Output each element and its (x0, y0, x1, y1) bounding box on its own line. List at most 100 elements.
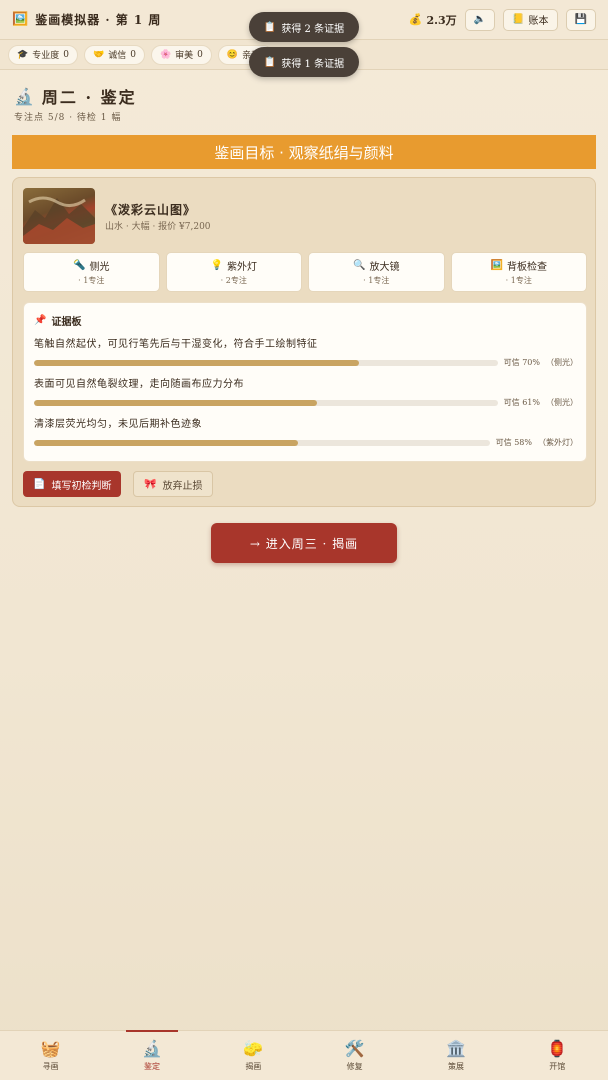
evidence-text: 笔触自然起伏，可见行笔先后与干湿变化，符合手工绘制特征 (34, 339, 318, 350)
notebook-icon: 📒 (512, 14, 525, 25)
evidence-source: （侧光） (546, 358, 578, 367)
stat-expertise: 🎓 专业度 0 (8, 44, 78, 65)
ledger-button[interactable]: 📒 账本 (503, 8, 558, 31)
nav-open[interactable]: 🏮 开馆 (507, 1031, 608, 1080)
day-subtitle: 专注点 5/8 · 待检 1 幅 (14, 113, 122, 123)
nav-label: 开馆 (549, 1062, 566, 1071)
nav-restore[interactable]: 🛠️ 修复 (304, 1031, 405, 1080)
tool-row: 🔦 侧光 · 1专注 💡 紫外灯 · 2专注 🔍 放大镜 · 1专注 🖼️ 背板检查 ·… (23, 252, 587, 292)
tool-label: 背板检查 (506, 262, 547, 273)
lightbulb-icon: 💡 (210, 260, 223, 271)
evidence-source: （紫外灯） (538, 438, 578, 447)
money-bag-icon: 💰 (408, 13, 423, 26)
evidence-text: 表面可见自然龟裂纹理，走向随画布应力分布 (34, 379, 244, 390)
evidence-source: （侧光） (546, 398, 578, 407)
goal-banner: 鉴画目标 · 观察纸绢与颜料 (12, 135, 596, 169)
museum-icon: 🏛️ (446, 1039, 466, 1058)
pushpin-icon: 📌 (34, 315, 47, 326)
confidence-label: 可信 70% (503, 358, 540, 367)
confidence-bar (34, 359, 498, 366)
confidence-fill (34, 359, 359, 366)
fill-diagnosis-button[interactable]: 📄 填写初检判断 (23, 471, 122, 497)
stat-integrity: 🤝 诚信 0 (83, 44, 145, 65)
tool-label: 放大镜 (369, 262, 400, 273)
ribbon-icon: 🎀 (144, 478, 157, 490)
tool-magnifier[interactable]: 🔍 放大镜 · 1专注 (308, 252, 445, 292)
painting-name: 《泼彩云山图》 (105, 203, 197, 217)
toast-evidence: 📋 获得 1 条证据 (249, 47, 359, 77)
nav-label: 鉴定 (143, 1062, 160, 1071)
nav-uncover[interactable]: 🧽 揭画 (203, 1031, 304, 1080)
tool-cost: · 1专注 (505, 276, 532, 285)
stat-aesthetics: 🌸 审美 0 (150, 44, 212, 65)
painting-icon: 🖼️ (12, 12, 30, 27)
painting-meta: 山水 · 大幅 · 报价 ¥7,200 (105, 222, 211, 232)
save-button[interactable]: 💾 (565, 8, 596, 31)
graduation-cap-icon: 🎓 (17, 49, 29, 60)
microscope-icon: 🔬 (14, 86, 36, 106)
confidence-fill (34, 399, 317, 406)
confidence-label: 可信 58% (495, 438, 532, 447)
stat-value: 0 (130, 49, 136, 60)
day-title: 周二 · 鉴定 (41, 88, 137, 107)
painting-thumbnail[interactable] (23, 188, 95, 244)
nav-label: 揭画 (245, 1062, 262, 1071)
confidence-fill (34, 439, 299, 446)
evidence-text: 清漆层荧光均匀，未见后期补色迹象 (34, 419, 202, 430)
tool-backboard-check[interactable]: 🖼️ 背板检查 · 1专注 (450, 252, 587, 292)
basket-icon: 🧺 (40, 1039, 61, 1058)
nav-label: 寻画 (42, 1062, 59, 1071)
save-icon: 💾 (574, 14, 587, 25)
speaker-icon: 🔈 (473, 14, 487, 25)
toast-evidence: 📋 获得 2 条证据 (249, 12, 359, 42)
evidence-item: 清漆层荧光均匀，未见后期补色迹象 可信 58% （紫外灯） (34, 415, 578, 448)
nav-appraise[interactable]: 🔬 鉴定 (101, 1030, 202, 1080)
evidence-board: 📌 证据板 笔触自然起伏，可见行笔先后与干湿变化，符合手工绘制特征 可信 70%… (23, 302, 587, 462)
nav-find[interactable]: 🧺 寻画 (0, 1031, 101, 1080)
magnifier-icon: 🔍 (353, 260, 366, 271)
bottom-nav: 🧺 寻画 🔬 鉴定 🧽 揭画 🛠️ 修复 🏛️ 策展 🏮 开馆 (0, 1030, 608, 1080)
confidence-bar (34, 439, 490, 446)
framed-picture-icon: 🖼️ (490, 260, 503, 271)
tools-icon: 🛠️ (344, 1039, 365, 1058)
nav-label: 策展 (447, 1062, 464, 1071)
sound-button[interactable]: 🔈 (464, 8, 496, 31)
stat-value: 0 (63, 49, 69, 60)
tool-cost: · 1专注 (78, 276, 105, 285)
microscope-icon: 🔬 (142, 1039, 162, 1058)
next-phase-button[interactable]: → 进入周三 · 揭画 (211, 523, 397, 563)
lantern-icon: 🏮 (547, 1039, 568, 1058)
money-display: 💰 2.3万 (409, 12, 457, 28)
document-icon: 📄 (33, 478, 46, 490)
handshake-icon: 🤝 (92, 49, 105, 60)
confidence-label: 可信 61% (503, 398, 540, 407)
nav-curate[interactable]: 🏛️ 策展 (405, 1031, 506, 1080)
confidence-bar (34, 399, 498, 406)
tool-label: 侧光 (89, 262, 110, 273)
evidence-title-text: 证据板 (51, 317, 82, 328)
clipboard-icon: 📋 (263, 21, 277, 33)
tool-uv-lamp[interactable]: 💡 紫外灯 · 2专注 (165, 252, 302, 292)
smile-icon: 😊 (226, 49, 239, 60)
tool-side-light[interactable]: 🔦 侧光 · 1专注 (23, 252, 160, 292)
tool-cost: · 2专注 (220, 276, 247, 285)
stat-value: 0 (197, 49, 203, 60)
app-title: 🖼️ 鉴画模拟器 · 第 1 周 (12, 11, 161, 28)
nav-label: 修复 (346, 1062, 363, 1071)
button-label: 放弃止损 (162, 480, 203, 492)
give-up-button[interactable]: 🎀 放弃止损 (133, 471, 214, 497)
page-title: 🔬 周二 · 鉴定 (14, 84, 137, 108)
button-label: 填写初检判断 (51, 480, 112, 492)
stat-label: 专业度 (32, 51, 60, 61)
app-title-text: 鉴画模拟器 · 第 1 周 (35, 13, 162, 27)
toast-text: 获得 2 条证据 (281, 23, 345, 35)
toast-text: 获得 1 条证据 (281, 58, 345, 70)
evidence-item: 表面可见自然龟裂纹理，走向随画布应力分布 可信 61% （侧光） (34, 375, 578, 408)
evidence-item: 笔触自然起伏，可见行笔先后与干湿变化，符合手工绘制特征 可信 70% （侧光） (34, 335, 578, 368)
evidence-board-title: 📌 证据板 (34, 313, 81, 328)
tool-label: 紫外灯 (226, 262, 257, 273)
tool-cost: · 1专注 (363, 276, 390, 285)
money-value: 2.3万 (426, 13, 457, 27)
stat-label: 诚信 (108, 51, 127, 61)
stat-label: 审美 (175, 51, 194, 61)
